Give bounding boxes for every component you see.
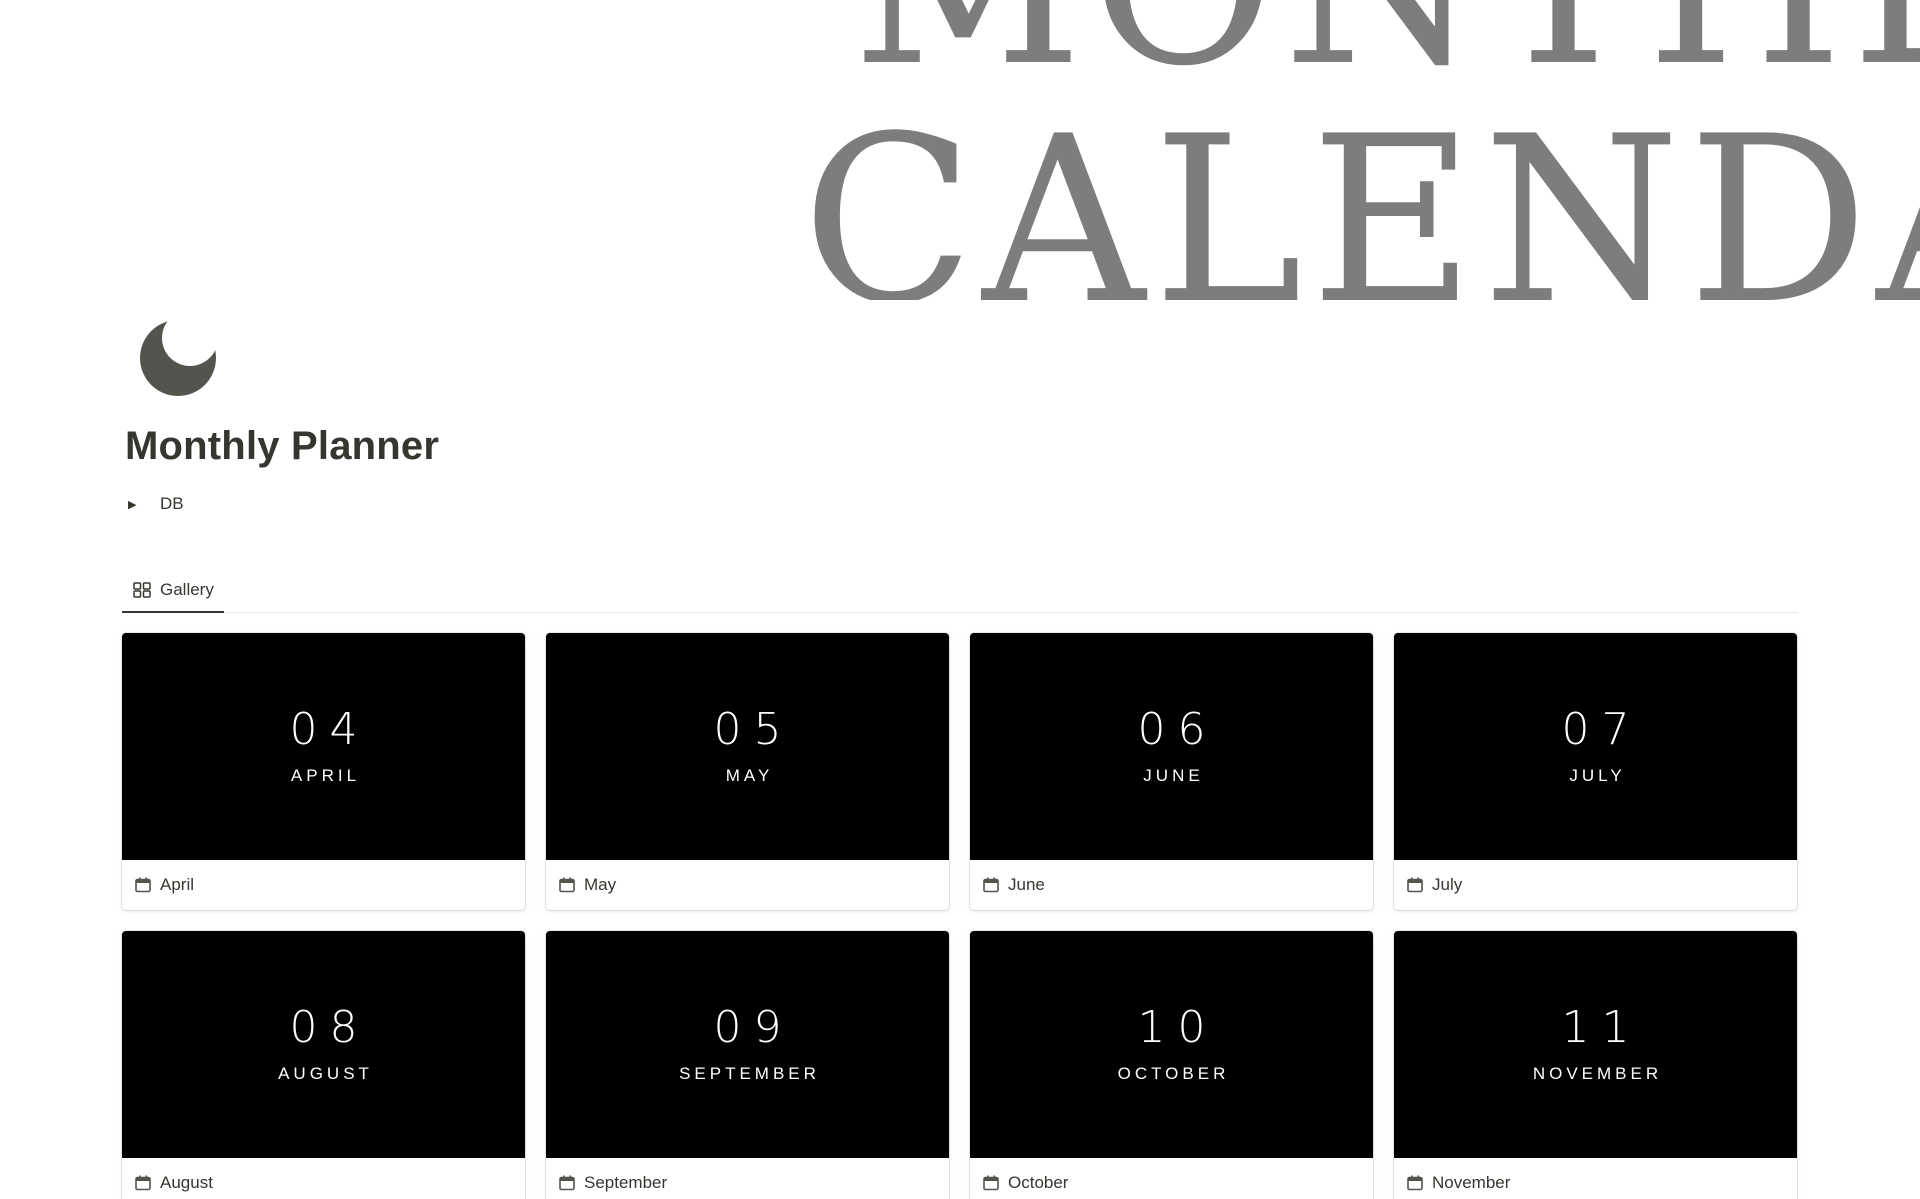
calendar-icon [559, 877, 575, 893]
calendar-icon [1407, 877, 1423, 893]
card-month-label: AUGUST [278, 1063, 373, 1083]
card-footer: November [1394, 1158, 1797, 1199]
gallery-card-september[interactable]: 09 SEPTEMBER September [546, 931, 949, 1199]
card-cover: 09 SEPTEMBER [546, 931, 949, 1158]
moon-icon[interactable] [136, 316, 220, 400]
card-month-number: 11 [1561, 1001, 1642, 1053]
card-footer: May [546, 860, 949, 910]
card-month-number: 09 [713, 1001, 794, 1053]
card-month-label: APRIL [290, 765, 361, 785]
card-month-label: MAY [725, 765, 774, 785]
card-month-label: NOVEMBER [1532, 1063, 1663, 1083]
gallery-card-may[interactable]: 05 MAY May [546, 633, 949, 910]
calendar-icon [983, 1175, 999, 1191]
card-cover: 08 AUGUST [122, 931, 525, 1158]
card-cover: 04 APRIL [122, 633, 525, 860]
card-month-number: 04 [289, 703, 370, 755]
card-cover: 10 OCTOBER [970, 931, 1373, 1158]
card-cover: 05 MAY [546, 633, 949, 860]
card-title: October [1008, 1173, 1069, 1192]
card-title: May [584, 875, 617, 894]
calendar-icon [983, 877, 999, 893]
cover-text-line-2: CALENDAR [802, 88, 1920, 300]
page-title[interactable]: Monthly Planner [125, 424, 439, 469]
card-month-number: 08 [289, 1001, 370, 1053]
gallery-view: 04 APRIL April 05 MAY May 06 JUNE June 0… [122, 633, 1798, 1199]
card-cover: 07 JULY [1394, 633, 1797, 860]
gallery-card-april[interactable]: 04 APRIL April [122, 633, 525, 910]
card-footer: June [970, 860, 1373, 910]
gallery-card-october[interactable]: 10 OCTOBER October [970, 931, 1373, 1199]
card-title: June [1008, 875, 1045, 894]
gallery-card-july[interactable]: 07 JULY July [1394, 633, 1797, 910]
tab-gallery[interactable]: Gallery [122, 568, 224, 613]
db-toggle-label: DB [160, 494, 184, 513]
card-cover: 06 JUNE [970, 633, 1373, 860]
card-footer: September [546, 1158, 949, 1199]
card-footer: October [970, 1158, 1373, 1199]
card-title: July [1432, 875, 1463, 894]
card-title: September [584, 1173, 668, 1192]
gallery-card-august[interactable]: 08 AUGUST August [122, 931, 525, 1199]
db-toggle[interactable]: ▶ DB [128, 494, 184, 514]
calendar-icon [559, 1175, 575, 1191]
triangle-right-icon[interactable]: ▶ [128, 498, 142, 511]
page: MONTHLY CALENDAR Monthly Planner ▶ DB [0, 0, 1920, 1199]
page-cover[interactable]: MONTHLY CALENDAR [0, 0, 1920, 300]
card-footer: July [1394, 860, 1797, 910]
calendar-icon [135, 1175, 151, 1191]
card-month-label: JUNE [1143, 765, 1204, 785]
gallery-card-june[interactable]: 06 JUNE June [970, 633, 1373, 910]
card-footer: August [122, 1158, 525, 1199]
card-month-number: 05 [713, 703, 794, 755]
calendar-icon [1407, 1175, 1423, 1191]
card-title: August [160, 1173, 213, 1192]
card-title: April [160, 875, 195, 894]
card-title: November [1432, 1173, 1511, 1192]
view-tabs: Gallery [122, 568, 1798, 613]
card-month-label: OCTOBER [1117, 1063, 1230, 1083]
card-cover: 11 NOVEMBER [1394, 931, 1797, 1158]
card-month-number: 07 [1561, 703, 1642, 755]
card-month-label: JULY [1569, 765, 1626, 785]
tab-gallery-label: Gallery [160, 579, 214, 599]
card-month-number: 10 [1137, 1001, 1218, 1053]
calendar-icon [135, 877, 151, 893]
card-month-label: SEPTEMBER [679, 1063, 820, 1083]
gallery-grid-icon [133, 581, 151, 598]
gallery-card-november[interactable]: 11 NOVEMBER November [1394, 931, 1797, 1199]
card-month-number: 06 [1137, 703, 1218, 755]
card-footer: April [122, 860, 525, 910]
